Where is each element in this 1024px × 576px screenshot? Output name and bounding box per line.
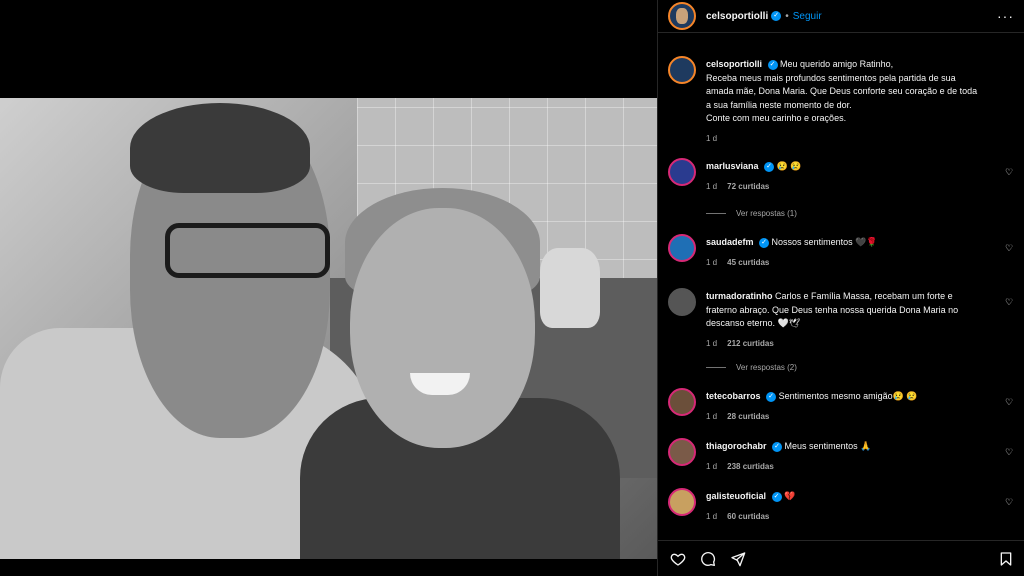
commenter-avatar[interactable] (668, 388, 696, 416)
view-replies-label: Ver respostas (1) (736, 209, 797, 218)
bookmark-icon[interactable] (998, 551, 1014, 567)
post-caption: celsoportiolli ✓ Meu querido amigo Ratin… (668, 56, 1014, 151)
comment-item: marlusviana ✓ 😢 😢 1 d 72 curtidas ♡ (668, 158, 1014, 198)
glasses (165, 223, 330, 278)
author-avatar-small[interactable] (668, 56, 696, 84)
comment-time[interactable]: 1 d (706, 258, 717, 267)
like-heart-icon[interactable]: ♡ (1005, 398, 1014, 407)
post-media[interactable] (0, 0, 657, 576)
view-replies-button[interactable]: Ver respostas (2) (706, 363, 797, 372)
comment-item: saudadefm ✓ Nossos sentimentos 🖤🌹 1 d 45 … (668, 234, 1014, 274)
comment-likes[interactable]: 238 curtidas (727, 462, 774, 471)
comment-bubble-icon[interactable] (700, 551, 716, 567)
comment-text-line: Carlos e Família Massa, recebam um forte… (775, 291, 953, 301)
like-heart-icon[interactable]: ♡ (1005, 168, 1014, 177)
post-header: celsoportiolli ✓ • Seguir ··· (658, 0, 1024, 33)
author-avatar[interactable] (668, 2, 696, 30)
comment-username[interactable]: saudadefm (706, 237, 754, 247)
comment-item: thiagorochabr ✓ Meus sentimentos 🙏 1 d 23… (668, 438, 1014, 478)
verified-badge-icon: ✓ (772, 441, 783, 452)
author-username[interactable]: celsoportiolli (706, 11, 768, 22)
like-heart-icon[interactable]: ♡ (1005, 448, 1014, 457)
comment-text: Sentimentos mesmo amigão😢 😢 (778, 391, 918, 401)
comment-likes[interactable]: 45 curtidas (727, 258, 769, 267)
view-replies-label: Ver respostas (2) (736, 363, 797, 372)
more-options-icon[interactable]: ··· (997, 8, 1014, 24)
comment-username[interactable]: turmadoratinho (706, 291, 773, 301)
comment-item: turmadoratinho Carlos e Família Massa, r… (668, 288, 1014, 350)
comment-username[interactable]: galisteuoficial (706, 491, 766, 501)
verified-badge-icon: ✓ (759, 237, 770, 248)
commenter-avatar[interactable] (668, 288, 696, 316)
man-hair (130, 103, 310, 193)
woman-face (350, 208, 535, 448)
caption-time[interactable]: 1 d (706, 134, 717, 143)
comment-text: 💔 (784, 491, 796, 501)
caption-line: amada mãe, Dona Maria. Que Deus conforte… (706, 86, 978, 96)
like-heart-icon[interactable]: ♡ (1005, 244, 1014, 253)
like-heart-icon[interactable]: ♡ (1005, 298, 1014, 307)
comment-likes[interactable]: 28 curtidas (727, 412, 769, 421)
comment-text: Nossos sentimentos 🖤🌹 (771, 237, 878, 247)
action-bar (658, 540, 1024, 576)
comment-likes[interactable]: 60 curtidas (727, 512, 769, 521)
comment-username[interactable]: thiagorochabr (706, 441, 767, 451)
share-send-icon[interactable] (730, 551, 746, 567)
comment-item: galisteuoficial ✓ 💔 1 d 60 curtidas ♡ (668, 488, 1014, 528)
caption-line: Meu querido amigo Ratinho, (780, 59, 894, 69)
view-replies-button[interactable]: Ver respostas (1) (706, 209, 797, 218)
verified-badge-icon: ✓ (766, 391, 777, 402)
comment-time[interactable]: 1 d (706, 412, 717, 421)
comment-time[interactable]: 1 d (706, 339, 717, 348)
comment-text-line: fraterno abraço. Que Deus tenha nossa qu… (706, 304, 959, 315)
commenter-avatar[interactable] (668, 234, 696, 262)
verified-badge-icon: ✓ (771, 11, 782, 21)
comment-item: tetecobarros ✓ Sentimentos mesmo amigão😢… (668, 388, 1014, 428)
caption-line: a sua família neste momento de dor. (706, 99, 852, 110)
post-dialog: celsoportiolli ✓ • Seguir ··· celsoporti… (0, 0, 1024, 576)
like-heart-icon[interactable] (670, 551, 686, 567)
follow-button[interactable]: Seguir (793, 11, 822, 22)
caption-line: Receba meus mais profundos sentimentos p… (706, 72, 956, 83)
comment-text: 😢 😢 (776, 161, 802, 171)
commenter-avatar[interactable] (668, 158, 696, 186)
caption-username[interactable]: celsoportiolli (706, 59, 762, 69)
caption-line: Conte com meu carinho e orações. (706, 113, 847, 123)
commenter-avatar[interactable] (668, 488, 696, 516)
comment-likes[interactable]: 72 curtidas (727, 182, 769, 191)
comment-likes[interactable]: 212 curtidas (727, 339, 774, 348)
comment-username[interactable]: marlusviana (706, 161, 759, 171)
comment-text-line: descanso eterno. 🤍🕊 (706, 318, 801, 328)
comment-text: Meus sentimentos 🙏 (784, 441, 872, 451)
verified-badge-icon: ✓ (767, 59, 778, 70)
commenter-avatar[interactable] (668, 438, 696, 466)
comments-list[interactable]: celsoportiolli ✓ Meu querido amigo Ratin… (658, 46, 1024, 536)
comments-panel: celsoportiolli ✓ • Seguir ··· celsoporti… (657, 0, 1024, 576)
verified-badge-icon: ✓ (764, 161, 775, 172)
verified-badge-icon: ✓ (771, 491, 782, 502)
comment-username[interactable]: tetecobarros (706, 391, 761, 401)
post-photo[interactable] (0, 98, 657, 559)
comment-time[interactable]: 1 d (706, 462, 717, 471)
comment-time[interactable]: 1 d (706, 182, 717, 191)
like-heart-icon[interactable]: ♡ (1005, 498, 1014, 507)
separator-dot: • (785, 10, 789, 22)
vase (540, 248, 600, 328)
comment-time[interactable]: 1 d (706, 512, 717, 521)
